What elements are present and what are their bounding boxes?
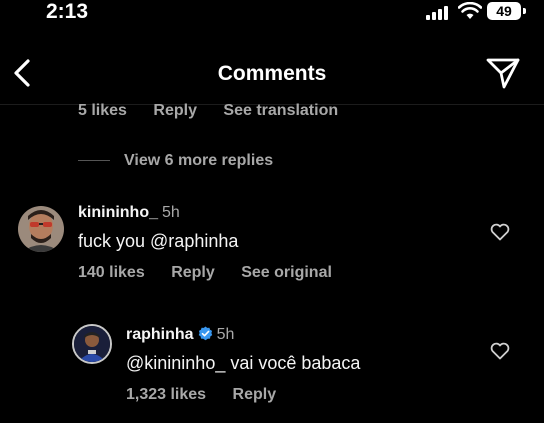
send-icon[interactable] bbox=[484, 56, 522, 90]
previous-comment-actions: 5 likes Reply See translation bbox=[78, 102, 360, 120]
comment-text: fuck you @raphinha bbox=[78, 231, 239, 251]
user-avatar-image bbox=[18, 206, 64, 252]
cellular-signal-icon bbox=[426, 4, 452, 20]
username-label[interactable]: kinininho_ bbox=[78, 204, 158, 221]
likes-count[interactable]: 5 likes bbox=[78, 102, 127, 119]
likes-count[interactable]: 140 likes bbox=[78, 264, 145, 281]
comment-username[interactable]: raphinha 5h bbox=[126, 326, 234, 344]
see-translation-button[interactable]: See translation bbox=[223, 102, 338, 119]
comment-actions: 1,323 likes Reply bbox=[126, 386, 298, 404]
battery-cap bbox=[523, 8, 526, 14]
reply-button[interactable]: Reply bbox=[171, 264, 215, 281]
user-avatar-image bbox=[74, 326, 110, 362]
page-title: Comments bbox=[217, 62, 327, 85]
heart-icon[interactable] bbox=[490, 223, 510, 241]
see-original-button[interactable]: See original bbox=[241, 264, 332, 281]
verified-badge-icon bbox=[198, 326, 212, 341]
avatar[interactable] bbox=[18, 206, 64, 252]
comment-time: 5h bbox=[216, 326, 235, 343]
view-more-label: View 6 more replies bbox=[124, 152, 274, 169]
status-time: 2:13 bbox=[46, 0, 89, 23]
divider-line bbox=[78, 160, 110, 162]
comment-time: 5h bbox=[162, 204, 180, 221]
reply-button[interactable]: Reply bbox=[233, 386, 277, 403]
status-bar: 2:13 49 bbox=[0, 0, 544, 30]
username-label[interactable]: raphinha bbox=[126, 326, 194, 343]
battery-indicator: 49 bbox=[487, 2, 521, 20]
comment-actions: 140 likes Reply See original bbox=[78, 264, 354, 282]
comment-text: @kinininho_ vai você babaca bbox=[126, 353, 361, 373]
comments-header: Comments bbox=[0, 42, 544, 105]
avatar[interactable] bbox=[72, 324, 112, 364]
view-more-replies-button[interactable]: View 6 more replies bbox=[78, 152, 273, 170]
comment-username[interactable]: kinininho_ 5h bbox=[78, 204, 180, 222]
likes-count[interactable]: 1,323 likes bbox=[126, 386, 206, 403]
wifi-icon bbox=[458, 2, 482, 19]
reply-button[interactable]: Reply bbox=[153, 102, 197, 119]
heart-icon[interactable] bbox=[490, 342, 510, 360]
